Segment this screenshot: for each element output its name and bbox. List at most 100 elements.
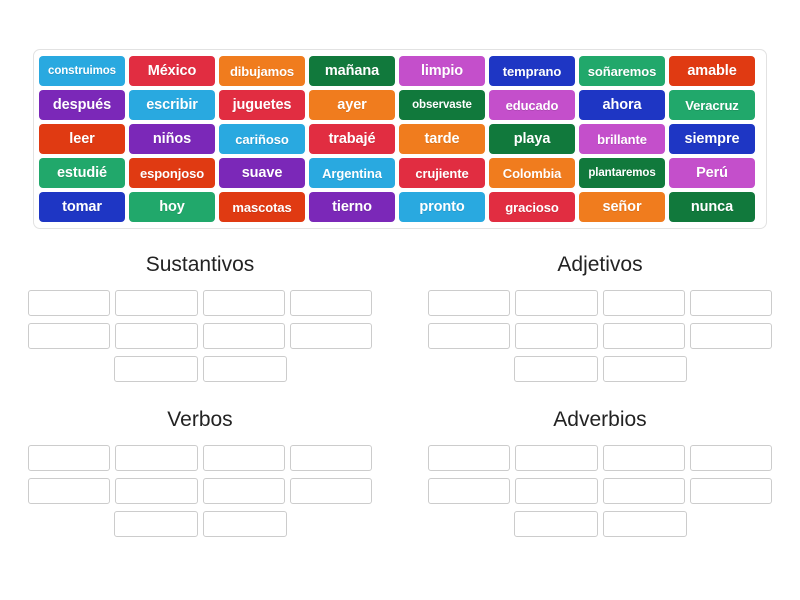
drop-slot[interactable] xyxy=(428,290,511,316)
drop-slot[interactable] xyxy=(513,356,598,382)
drop-slot-area[interactable] xyxy=(428,445,772,537)
slot-row xyxy=(28,356,372,382)
word-tile[interactable]: dibujamos xyxy=(219,56,305,86)
word-tile[interactable]: crujiente xyxy=(399,158,485,188)
drop-slot[interactable] xyxy=(428,445,511,471)
drop-slot[interactable] xyxy=(113,511,198,537)
drop-slot[interactable] xyxy=(28,290,111,316)
word-tile[interactable]: limpio xyxy=(399,56,485,86)
drop-slot-area[interactable] xyxy=(428,290,772,382)
word-tile[interactable]: ayer xyxy=(309,90,395,120)
word-tile[interactable]: observaste xyxy=(399,90,485,120)
drop-slot[interactable] xyxy=(602,478,685,504)
drop-slot[interactable] xyxy=(289,445,372,471)
drop-slot[interactable] xyxy=(513,511,598,537)
drop-slot[interactable] xyxy=(689,478,772,504)
drop-slot[interactable] xyxy=(115,290,198,316)
tile-row: estudié esponjoso suave Argentina crujiente C… xyxy=(39,158,761,188)
word-tile[interactable]: mañana xyxy=(309,56,395,86)
drop-slot[interactable] xyxy=(602,290,685,316)
word-tile[interactable]: Argentina xyxy=(309,158,395,188)
word-tile[interactable]: escribir xyxy=(129,90,215,120)
category-adverbios[interactable]: Adverbios xyxy=(400,401,800,544)
word-tile[interactable]: cariñoso xyxy=(219,124,305,154)
drop-slot[interactable] xyxy=(289,323,372,349)
drop-slot-area[interactable] xyxy=(28,445,372,537)
category-row-spacer xyxy=(0,389,800,401)
word-tile[interactable]: mascotas xyxy=(219,192,305,222)
word-tile[interactable]: siempre xyxy=(669,124,755,154)
drop-slot[interactable] xyxy=(115,478,198,504)
word-tile[interactable]: suave xyxy=(219,158,305,188)
drop-slot[interactable] xyxy=(202,511,287,537)
word-tile[interactable]: educado xyxy=(489,90,575,120)
drop-slot[interactable] xyxy=(202,323,285,349)
slot-row xyxy=(28,323,372,349)
word-tile[interactable]: estudié xyxy=(39,158,125,188)
drop-slot[interactable] xyxy=(602,356,687,382)
drop-slot[interactable] xyxy=(689,323,772,349)
word-tile[interactable]: brillante xyxy=(579,124,665,154)
drop-slot[interactable] xyxy=(289,290,372,316)
slot-row xyxy=(28,511,372,537)
word-tile[interactable]: México xyxy=(129,56,215,86)
drop-slot[interactable] xyxy=(428,478,511,504)
word-tile[interactable]: hoy xyxy=(129,192,215,222)
slot-row xyxy=(428,356,772,382)
word-tile[interactable]: tomar xyxy=(39,192,125,222)
drop-slot[interactable] xyxy=(515,323,598,349)
category-areas: Sustantivos Adjetivos Verbos Adverbios xyxy=(0,246,800,544)
word-tile[interactable]: juguetes xyxy=(219,90,305,120)
drop-slot[interactable] xyxy=(202,290,285,316)
word-tile[interactable]: señor xyxy=(579,192,665,222)
slot-row xyxy=(428,290,772,316)
category-sustantivos[interactable]: Sustantivos xyxy=(0,246,400,389)
word-tile[interactable]: después xyxy=(39,90,125,120)
category-adjetivos[interactable]: Adjetivos xyxy=(400,246,800,389)
drop-slot[interactable] xyxy=(202,445,285,471)
word-tile[interactable]: pronto xyxy=(399,192,485,222)
word-tile[interactable]: trabajé xyxy=(309,124,395,154)
drop-slot[interactable] xyxy=(689,290,772,316)
drop-slot[interactable] xyxy=(115,323,198,349)
word-tile[interactable]: temprano xyxy=(489,56,575,86)
drop-slot[interactable] xyxy=(202,356,287,382)
drop-slot[interactable] xyxy=(515,478,598,504)
word-tile[interactable]: esponjoso xyxy=(129,158,215,188)
word-tile[interactable]: nunca xyxy=(669,192,755,222)
drop-slot[interactable] xyxy=(113,356,198,382)
word-tile[interactable]: plantaremos xyxy=(579,158,665,188)
word-tile[interactable]: Veracruz xyxy=(669,90,755,120)
word-tile[interactable]: niños xyxy=(129,124,215,154)
word-tile[interactable]: amable xyxy=(669,56,755,86)
word-tile[interactable]: soñaremos xyxy=(579,56,665,86)
drop-slot[interactable] xyxy=(689,445,772,471)
word-tile[interactable]: construimos xyxy=(39,56,125,86)
word-tile[interactable]: Colombia xyxy=(489,158,575,188)
drop-slot[interactable] xyxy=(515,445,598,471)
drop-slot[interactable] xyxy=(289,478,372,504)
tile-row: después escribir juguetes ayer observaste edu… xyxy=(39,90,761,120)
drop-slot[interactable] xyxy=(28,478,111,504)
drop-slot[interactable] xyxy=(602,511,687,537)
drop-slot[interactable] xyxy=(115,445,198,471)
word-tile[interactable]: leer xyxy=(39,124,125,154)
category-verbos[interactable]: Verbos xyxy=(0,401,400,544)
word-tile[interactable]: gracioso xyxy=(489,192,575,222)
word-tile[interactable]: tarde xyxy=(399,124,485,154)
drop-slot[interactable] xyxy=(28,323,111,349)
category-row-top: Sustantivos Adjetivos xyxy=(0,246,800,389)
word-tile[interactable]: playa xyxy=(489,124,575,154)
drop-slot-area[interactable] xyxy=(28,290,372,382)
drop-slot[interactable] xyxy=(515,290,598,316)
drop-slot[interactable] xyxy=(428,323,511,349)
word-tile[interactable]: ahora xyxy=(579,90,665,120)
slot-row xyxy=(428,445,772,471)
word-tile-bank: construimos México dibujamos mañana limpio te… xyxy=(33,49,767,229)
drop-slot[interactable] xyxy=(202,478,285,504)
drop-slot[interactable] xyxy=(28,445,111,471)
drop-slot[interactable] xyxy=(602,445,685,471)
word-tile[interactable]: Perú xyxy=(669,158,755,188)
word-tile[interactable]: tierno xyxy=(309,192,395,222)
drop-slot[interactable] xyxy=(602,323,685,349)
